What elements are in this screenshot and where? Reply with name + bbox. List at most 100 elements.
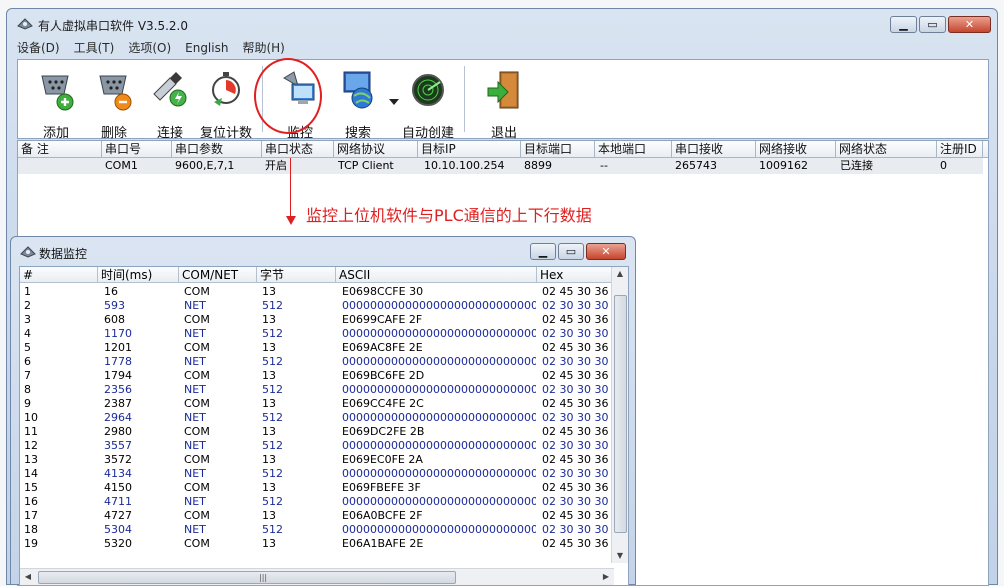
search-label: 搜索 xyxy=(344,126,371,141)
monitor-row[interactable]: 19 5320 COM 13 E06A1BAFE 2E 02 45 30 36 4 xyxy=(20,537,614,551)
mcell-time: 2387 xyxy=(104,397,132,410)
reset-timer-icon xyxy=(212,72,240,106)
mcell-channel: NET xyxy=(184,327,206,340)
mcell-index: 1 xyxy=(24,285,31,298)
mcell-index: 8 xyxy=(24,383,31,396)
scroll-up-icon[interactable]: ▲ xyxy=(612,267,628,281)
col-net-rx[interactable]: 网络接收 xyxy=(756,141,836,157)
menu-device[interactable]: 设备(D) xyxy=(17,39,60,57)
maximize-button[interactable]: ▭ xyxy=(919,16,946,33)
cell-protocol: TCP Client xyxy=(338,159,394,172)
monitor-row[interactable]: 13 3572 COM 13 E069EC0FE 2A 02 45 30 36 3 xyxy=(20,453,614,467)
cell-local-port: -- xyxy=(600,159,608,172)
connect-icon xyxy=(153,72,187,107)
vertical-scroll-thumb[interactable] xyxy=(614,295,627,533)
monitor-maximize-button[interactable]: ▭ xyxy=(558,243,584,260)
monitor-row[interactable]: 14 4134 NET 512 0000000000000000000000000000… xyxy=(20,467,614,481)
annotation-arrow xyxy=(286,216,296,225)
exit-button[interactable]: 退出 xyxy=(478,68,530,141)
mcell-channel: COM xyxy=(184,537,210,550)
mcol-ascii[interactable]: ASCII xyxy=(336,267,537,283)
vertical-scrollbar[interactable]: ▲ ▼ xyxy=(611,267,628,563)
scroll-left-icon[interactable]: ◀ xyxy=(20,570,36,584)
monitor-row[interactable]: 1 16 COM 13 E0698CCFE 30 02 45 30 36 3 xyxy=(20,285,614,299)
monitor-row[interactable]: 5 1201 COM 13 E069AC8FE 2E 02 45 30 36 3 xyxy=(20,341,614,355)
monitor-row[interactable]: 8 2356 NET 512 00000000000000000000000000000… xyxy=(20,383,614,397)
mcell-time: 593 xyxy=(104,299,125,312)
mcell-hex: 02 45 30 36 3 xyxy=(542,369,614,382)
monitor-close-button[interactable]: ✕ xyxy=(586,243,626,260)
search-dropdown-arrow[interactable] xyxy=(389,99,399,105)
scroll-down-icon[interactable]: ▼ xyxy=(612,549,628,563)
minimize-button[interactable]: ▁ xyxy=(890,16,917,33)
col-target-port[interactable]: 目标端口 xyxy=(521,141,595,157)
horizontal-scrollbar[interactable]: ◀ ||| ▶ xyxy=(20,568,614,585)
mcell-bytes: 512 xyxy=(262,411,283,424)
col-note[interactable]: 备 注 xyxy=(18,141,102,157)
monitor-row[interactable]: 12 3557 NET 512 0000000000000000000000000000… xyxy=(20,439,614,453)
window-title: 有人虚拟串口软件 V3.5.2.0 xyxy=(38,19,189,33)
add-button[interactable]: 添加 xyxy=(30,68,82,141)
port-list-header: 备 注 串口号 串口参数 串口状态 网络协议 目标IP 目标端口 本地端口 串口… xyxy=(18,141,988,158)
col-protocol[interactable]: 网络协议 xyxy=(334,141,418,157)
mcell-channel: COM xyxy=(184,313,210,326)
col-net-status[interactable]: 网络状态 xyxy=(836,141,937,157)
mcell-hex: 02 30 30 30 3 xyxy=(542,299,614,312)
menu-help[interactable]: 帮助(H) xyxy=(242,39,284,57)
monitor-minimize-button[interactable]: ▁ xyxy=(530,243,556,260)
mcell-index: 6 xyxy=(24,355,31,368)
monitor-row[interactable]: 9 2387 COM 13 E069CC4FE 2C 02 45 30 36 3 xyxy=(20,397,614,411)
auto-create-button[interactable]: 自动创建 xyxy=(402,68,454,141)
mcell-index: 9 xyxy=(24,397,31,410)
monitor-row[interactable]: 3 608 COM 13 E0699CAFE 2F 02 45 30 36 3 xyxy=(20,313,614,327)
monitor-row[interactable]: 7 1794 COM 13 E069BC6FE 2D 02 45 30 36 3 xyxy=(20,369,614,383)
col-target-ip[interactable]: 目标IP xyxy=(418,141,521,157)
port-row[interactable]: COM1 9600,E,7,1 开启 TCP Client 10.10.100.… xyxy=(18,158,983,174)
monitor-row[interactable]: 4 1170 NET 512 00000000000000000000000000000… xyxy=(20,327,614,341)
col-port-status[interactable]: 串口状态 xyxy=(262,141,334,157)
mcol-index[interactable]: # xyxy=(20,267,98,283)
col-serial-rx[interactable]: 串口接收 xyxy=(672,141,756,157)
mcell-ascii: 00000000000000000000000000000... xyxy=(342,411,536,424)
toolbar-separator xyxy=(464,66,465,132)
col-port[interactable]: 串口号 xyxy=(102,141,172,157)
connect-label: 连接 xyxy=(156,126,183,141)
mcell-channel: COM xyxy=(184,369,210,382)
horizontal-scroll-thumb[interactable]: ||| xyxy=(38,571,456,584)
mcell-time: 3572 xyxy=(104,453,132,466)
monitor-row[interactable]: 11 2980 COM 13 E069DC2FE 2B 02 45 30 36 3 xyxy=(20,425,614,439)
monitor-row[interactable]: 17 4727 COM 13 E06A0BCFE 2F 02 45 30 36 4 xyxy=(20,509,614,523)
col-reg-id[interactable]: 注册ID xyxy=(937,141,983,157)
mcol-bytes[interactable]: 字节 xyxy=(257,267,336,283)
search-button[interactable]: 搜索 xyxy=(332,68,384,141)
menu-tools[interactable]: 工具(T) xyxy=(74,39,115,57)
mcell-time: 2356 xyxy=(104,383,132,396)
monitor-row[interactable]: 15 4150 COM 13 E069FBEFE 3F 02 45 30 36 3 xyxy=(20,481,614,495)
connect-button[interactable]: 连接 xyxy=(144,68,196,141)
mcell-channel: NET xyxy=(184,467,206,480)
mcell-hex: 02 30 30 30 3 xyxy=(542,467,614,480)
col-local-port[interactable]: 本地端口 xyxy=(595,141,672,157)
monitor-row[interactable]: 16 4711 NET 512 0000000000000000000000000000… xyxy=(20,495,614,509)
mcell-index: 17 xyxy=(24,509,38,522)
mcol-channel[interactable]: COM/NET xyxy=(179,267,257,283)
monitor-row[interactable]: 6 1778 NET 512 00000000000000000000000000000… xyxy=(20,355,614,369)
mcol-hex[interactable]: Hex xyxy=(537,267,615,283)
monitor-row[interactable]: 2 593 NET 512 00000000000000000000000000000.… xyxy=(20,299,614,313)
mcol-time[interactable]: 时间(ms) xyxy=(98,267,179,283)
col-params[interactable]: 串口参数 xyxy=(172,141,262,157)
menu-options[interactable]: 选项(O) xyxy=(128,39,171,57)
menu-english[interactable]: English xyxy=(185,39,228,57)
close-button[interactable]: ✕ xyxy=(948,16,991,33)
reset-count-button[interactable]: 复位计数 xyxy=(200,68,252,141)
scroll-right-icon[interactable]: ▶ xyxy=(598,570,614,584)
mcell-time: 5320 xyxy=(104,537,132,550)
monitor-row[interactable]: 18 5304 NET 512 0000000000000000000000000000… xyxy=(20,523,614,537)
mcell-bytes: 13 xyxy=(262,453,276,466)
mcell-channel: NET xyxy=(184,299,206,312)
monitor-row[interactable]: 10 2964 NET 512 0000000000000000000000000000… xyxy=(20,411,614,425)
mcell-time: 4150 xyxy=(104,481,132,494)
title-bar[interactable]: 有人虚拟串口软件 V3.5.2.0 ▁ ▭ ✕ xyxy=(7,9,997,39)
delete-button[interactable]: 删除 xyxy=(88,68,140,141)
mcell-bytes: 13 xyxy=(262,397,276,410)
